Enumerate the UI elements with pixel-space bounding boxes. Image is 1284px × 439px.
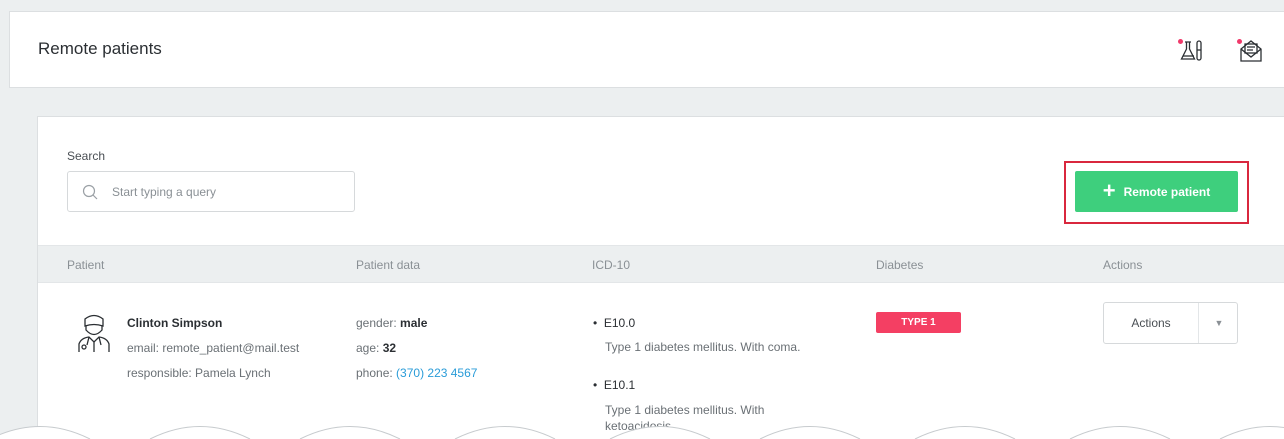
doctor-avatar-icon [78,314,110,352]
table-row: Clinton Simpson email: remote_patient@ma… [38,283,1284,439]
search-label: Search [67,149,106,163]
gender-value: male [400,316,428,330]
plus-icon: + [1102,177,1116,203]
column-patient-data: Patient data [356,258,421,272]
icd-code: E10.1 [603,378,636,392]
phone-link[interactable]: (370) 223 4567 [396,366,477,380]
mail-icon[interactable] [1236,36,1266,66]
patient-age: age: 32 [356,341,396,355]
age-label: age: [356,341,380,355]
add-button-label: Remote patient [1123,184,1211,199]
phone-label: phone: [356,366,393,380]
actions-dropdown[interactable]: Actions ▼ [1103,302,1238,344]
patient-responsible: responsible: Pamela Lynch [127,366,271,380]
notification-dot [1178,39,1183,44]
patient-phone: phone: (370) 223 4567 [356,366,477,380]
column-icd10: ICD-10 [592,258,631,272]
patient-name: Clinton Simpson [127,316,223,330]
patient-email: email: remote_patient@mail.test [127,341,300,355]
column-patient: Patient [67,258,105,272]
icd-code-item: • E10.1 [593,378,636,392]
search-field[interactable] [67,171,355,212]
search-icon [82,184,98,200]
decorative-arcs [0,426,1284,439]
patient-gender: gender: male [356,316,427,330]
age-value: 32 [382,341,397,355]
actions-button[interactable]: Actions [1104,303,1199,343]
patients-card: Search + Remote patient Patient Patient … [37,116,1284,439]
top-bar: Remote patients [9,11,1284,88]
caret-down-icon[interactable]: ▼ [1200,303,1238,343]
search-input[interactable] [112,182,342,202]
icd-code-item: • E10.0 [593,316,636,330]
add-remote-patient-button[interactable]: + Remote patient [1075,171,1238,212]
icd-description: Type 1 diabetes mellitus. With coma. [605,340,801,354]
gender-label: gender: [356,316,397,330]
icd-code: E10.0 [603,316,636,330]
notification-dot [1237,39,1242,44]
column-actions: Actions [1103,258,1143,272]
diabetes-type-badge: TYPE 1 [876,312,961,333]
page-title: Remote patients [38,39,162,58]
column-diabetes: Diabetes [876,258,924,272]
table-header: Patient Patient data ICD-10 Diabetes Act… [38,245,1284,283]
lab-flask-icon[interactable] [1177,36,1207,66]
